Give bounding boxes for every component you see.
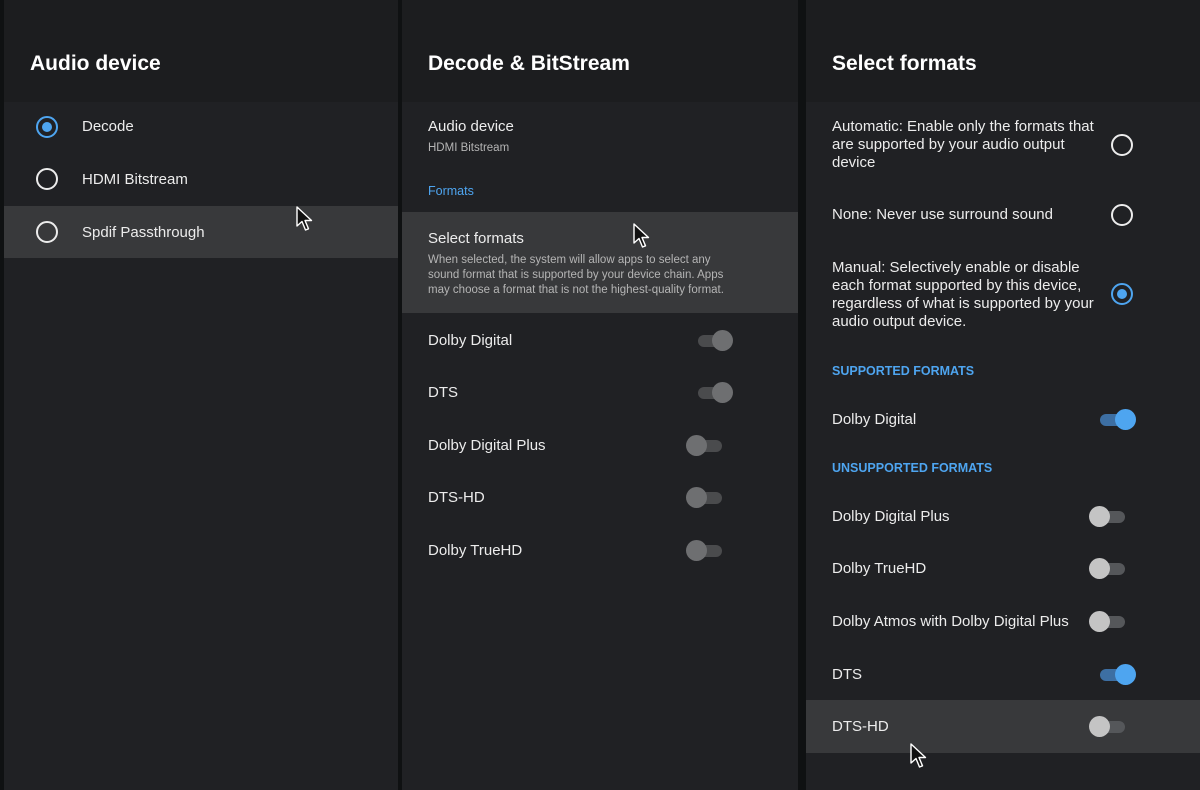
mode-manual[interactable]: Manual: Selectively enable or disable ea…: [806, 252, 1200, 338]
toggle-switch-icon[interactable]: [694, 380, 734, 404]
supported-row-dolby-digital[interactable]: Dolby Digital: [806, 393, 1200, 445]
toggle-switch-icon[interactable]: [686, 485, 726, 509]
format-label: Dolby Digital Plus: [832, 508, 950, 525]
decode-bitstream-panel: Decode & BitStream Audio device HDMI Bit…: [402, 0, 798, 790]
panel-header: Select formats: [806, 0, 1200, 102]
panel-title: Audio device: [30, 52, 161, 75]
radio-button-icon[interactable]: [36, 221, 58, 243]
setting-label: Audio device: [428, 118, 514, 135]
format-label: Dolby Digital: [832, 411, 917, 428]
select-formats-panel: Select formats Automatic: Enable only th…: [806, 0, 1200, 790]
audio-device-setting[interactable]: Audio device HDMI Bitstream: [402, 102, 798, 166]
option-hdmi-bitstream[interactable]: HDMI Bitstream: [4, 154, 398, 206]
option-label: HDMI Bitstream: [82, 171, 188, 188]
mode-label: Automatic: Enable only the formats that …: [832, 118, 1094, 171]
mode-automatic[interactable]: Automatic: Enable only the formats that …: [806, 108, 1200, 184]
unsupported-row-dolby-digital-plus[interactable]: Dolby Digital Plus: [806, 490, 1200, 542]
option-label: Spdif Passthrough: [82, 224, 205, 241]
format-row-dts[interactable]: DTS: [402, 366, 798, 418]
toggle-switch-icon[interactable]: [686, 433, 726, 457]
radio-button-icon[interactable]: [36, 168, 58, 190]
format-row-dolby-digital[interactable]: Dolby Digital: [402, 314, 798, 366]
format-label: Dolby TrueHD: [428, 542, 523, 559]
formats-section-header: Formats: [428, 184, 474, 198]
mouse-pointer-icon: [633, 223, 650, 248]
format-row-dolby-digital-plus[interactable]: Dolby Digital Plus: [402, 419, 798, 471]
format-label: DTS: [428, 384, 458, 401]
option-label: Decode: [82, 118, 134, 135]
mode-label: Manual: Selectively enable or disable ea…: [832, 259, 1094, 330]
radio-button-icon[interactable]: [36, 116, 58, 138]
select-formats-setting[interactable]: Select formats When selected, the system…: [402, 212, 798, 313]
panel-title: Decode & BitStream: [428, 52, 630, 75]
format-label: Dolby Digital: [428, 332, 513, 349]
format-label: Dolby Digital Plus: [428, 437, 546, 454]
toggle-switch-icon[interactable]: [1096, 662, 1136, 686]
format-label: DTS-HD: [428, 489, 485, 506]
format-row-dolby-truehd[interactable]: Dolby TrueHD: [402, 524, 798, 576]
supported-formats-header: SUPPORTED FORMATS: [832, 364, 975, 378]
unsupported-formats-header: UNSUPPORTED FORMATS: [832, 461, 993, 475]
mouse-pointer-icon: [910, 743, 927, 768]
toggle-switch-icon[interactable]: [1089, 714, 1129, 738]
option-spdif-passthrough[interactable]: Spdif Passthrough: [4, 206, 398, 258]
toggle-switch-icon[interactable]: [686, 538, 726, 562]
mode-none[interactable]: None: Never use surround sound: [806, 190, 1200, 242]
option-decode[interactable]: Decode: [4, 102, 398, 154]
toggle-switch-icon[interactable]: [694, 328, 734, 352]
panel-header: Audio device: [4, 0, 398, 102]
unsupported-row-dolby-atmos[interactable]: Dolby Atmos with Dolby Digital Plus: [806, 595, 1200, 647]
toggle-switch-icon[interactable]: [1089, 504, 1129, 528]
setting-label: Select formats: [428, 230, 524, 247]
audio-device-panel: Audio device Decode HDMI Bitstream Spdif…: [4, 0, 398, 790]
format-label: Dolby Atmos with Dolby Digital Plus: [832, 613, 1069, 630]
toggle-switch-icon[interactable]: [1089, 609, 1129, 633]
panel-header: Decode & BitStream: [402, 0, 798, 102]
panel-title: Select formats: [832, 52, 977, 75]
format-label: Dolby TrueHD: [832, 560, 927, 577]
format-row-dts-hd[interactable]: DTS-HD: [402, 471, 798, 523]
unsupported-row-dolby-truehd[interactable]: Dolby TrueHD: [806, 542, 1200, 594]
radio-button-icon[interactable]: [1111, 134, 1133, 156]
unsupported-row-dts-hd[interactable]: DTS-HD: [806, 700, 1200, 753]
toggle-switch-icon[interactable]: [1089, 556, 1129, 580]
format-label: DTS: [832, 666, 862, 683]
radio-button-icon[interactable]: [1111, 283, 1133, 305]
mode-label: None: Never use surround sound: [832, 206, 1053, 223]
mouse-pointer-icon: [296, 206, 313, 231]
unsupported-row-dts[interactable]: DTS: [806, 648, 1200, 700]
format-label: DTS-HD: [832, 718, 889, 735]
radio-button-icon[interactable]: [1111, 204, 1133, 226]
toggle-switch-icon[interactable]: [1096, 407, 1136, 431]
setting-value: HDMI Bitstream: [428, 142, 510, 154]
setting-description: When selected, the system will allow app…: [428, 254, 724, 296]
